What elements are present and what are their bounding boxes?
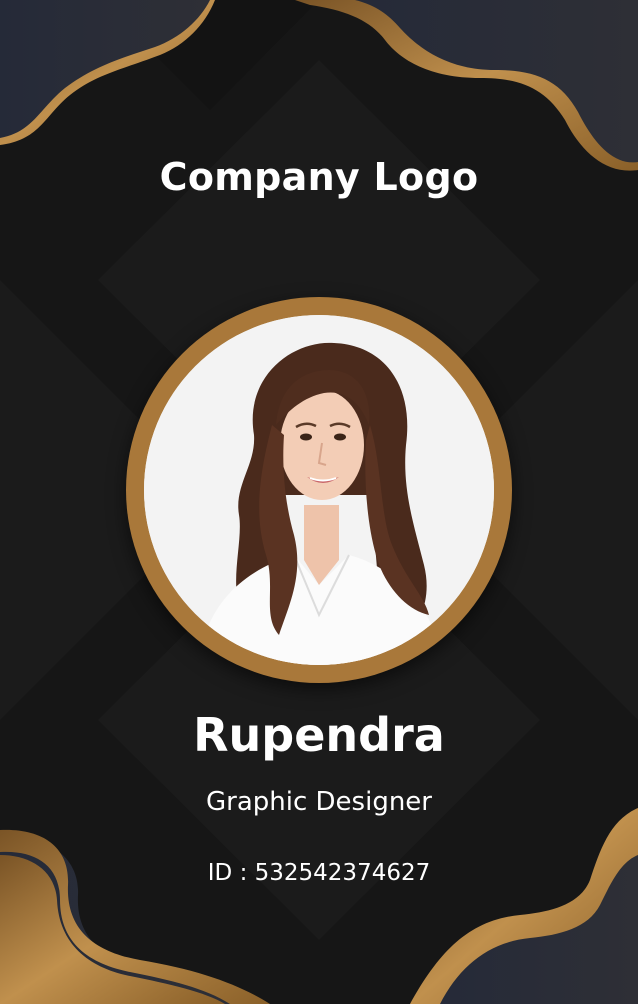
company-logo-text: Company Logo bbox=[159, 155, 479, 199]
employee-name: Rupendra bbox=[193, 708, 445, 762]
profile-photo bbox=[144, 315, 494, 665]
id-card: Company Logo Rupendra Graphic Designer I… bbox=[0, 0, 638, 1004]
employee-id: ID : 532542374627 bbox=[207, 860, 431, 886]
photo-frame bbox=[126, 297, 512, 683]
portrait-illustration bbox=[144, 315, 494, 665]
employee-title: Graphic Designer bbox=[206, 787, 432, 817]
